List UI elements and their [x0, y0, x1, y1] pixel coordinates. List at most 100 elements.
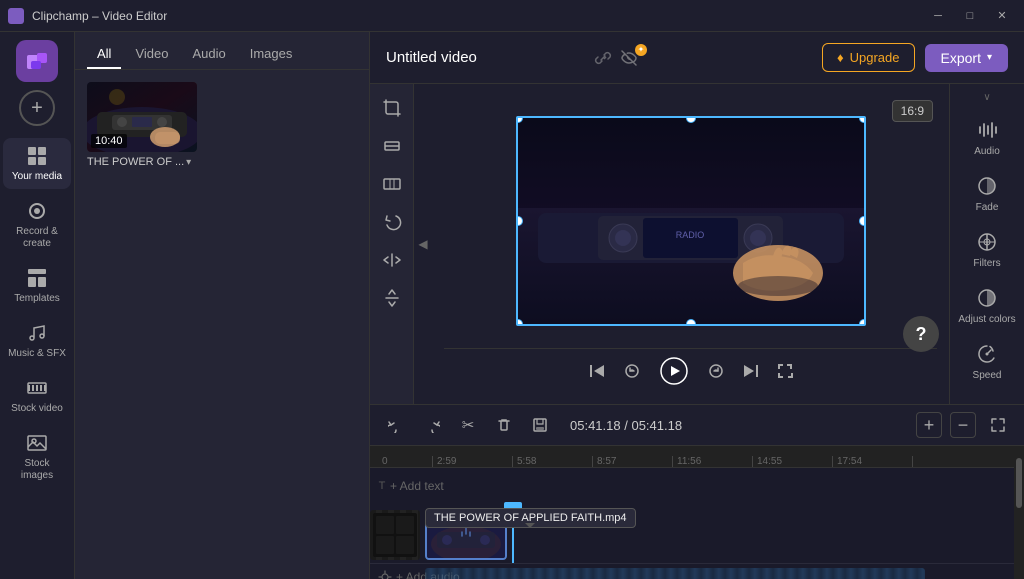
- maximize-button[interactable]: □: [956, 5, 984, 27]
- titlebar: Clipchamp – Video Editor ─ □ ✕: [0, 0, 1024, 32]
- timeline-body: 0 2:59 5:58 8:57 11:56: [370, 446, 1014, 579]
- right-tool-audio[interactable]: Audio: [953, 111, 1021, 163]
- handle-bottom-mid[interactable]: [686, 319, 696, 326]
- ruler-mark-2: 5:58: [513, 456, 593, 467]
- film-strip-pattern: [370, 510, 420, 560]
- tool-flip-h-icon[interactable]: [376, 244, 408, 276]
- timeline-area: ✂ 05:41.18 / 05:41.18 + −: [370, 404, 1024, 579]
- sidebar-item-music-sfx[interactable]: Music & SFX: [3, 315, 71, 366]
- dropdown-icon[interactable]: ▾: [186, 157, 191, 168]
- cut-button[interactable]: ✂: [454, 411, 482, 439]
- redo-button[interactable]: [418, 411, 446, 439]
- fade-icon: [974, 173, 1000, 199]
- tab-audio[interactable]: Audio: [182, 40, 235, 69]
- sidebar-item-record-create[interactable]: Record & create: [3, 193, 71, 256]
- video-frame: RADIO: [518, 118, 864, 324]
- play-button[interactable]: [658, 355, 690, 387]
- logo-icon: [23, 47, 51, 75]
- ruler-mark-3: 8:57: [593, 456, 673, 467]
- video-preview: RADIO: [516, 116, 866, 326]
- zoom-in-button[interactable]: +: [916, 412, 942, 438]
- music-sfx-label: Music & SFX: [8, 348, 66, 360]
- tooltip-arrow: [525, 523, 535, 533]
- delete-button[interactable]: [490, 411, 518, 439]
- topbar-right: ♦ Upgrade Export ▾: [822, 43, 1008, 72]
- right-tool-adjust-colors[interactable]: Adjust colors: [953, 279, 1021, 331]
- add-text-button[interactable]: + Add text: [390, 479, 444, 493]
- scrollbar-thumb[interactable]: [1016, 458, 1022, 508]
- right-tool-fade[interactable]: Fade: [953, 167, 1021, 219]
- tool-crop-icon[interactable]: [376, 92, 408, 124]
- film-hole: [396, 516, 414, 534]
- close-button[interactable]: ✕: [988, 5, 1016, 27]
- templates-label: Templates: [14, 293, 60, 305]
- forward-button[interactable]: [706, 361, 726, 381]
- sidebar-item-stock-images[interactable]: Stock images: [3, 425, 71, 488]
- add-text-row: T + Add text: [370, 468, 1014, 504]
- media-duration: 10:40: [91, 134, 127, 148]
- film-holes: [373, 513, 417, 557]
- save-frame-button[interactable]: [526, 411, 554, 439]
- handle-bottom-left[interactable]: [516, 319, 523, 326]
- timeline-tracks: 0 2:59 5:58 8:57 11:56: [370, 446, 1024, 579]
- upgrade-button[interactable]: ♦ Upgrade: [822, 43, 915, 72]
- app-main: + Your media Record & create Templates M…: [0, 32, 1024, 579]
- sidebar-item-templates[interactable]: Templates: [3, 260, 71, 311]
- premium-badge: ✦: [635, 44, 647, 56]
- minimize-button[interactable]: ─: [924, 5, 952, 27]
- right-tool-speed[interactable]: Speed: [953, 335, 1021, 387]
- tab-all[interactable]: All: [87, 40, 121, 69]
- aspect-ratio-badge[interactable]: 16:9: [892, 100, 933, 122]
- timeline-time: 05:41.18 / 05:41.18: [570, 418, 682, 433]
- add-media-button[interactable]: +: [19, 90, 55, 126]
- adjust-colors-label: Adjust colors: [958, 314, 1015, 325]
- audio-waveform: [425, 568, 925, 579]
- tab-images[interactable]: Images: [240, 40, 303, 69]
- tool-resize-icon[interactable]: [376, 168, 408, 200]
- zoom-out-button[interactable]: −: [950, 412, 976, 438]
- grid-icon: [25, 144, 49, 168]
- handle-bottom-right[interactable]: [859, 319, 866, 326]
- handle-mid-right[interactable]: [859, 216, 866, 226]
- adjust-colors-icon: [974, 285, 1000, 311]
- topbar-icons: ✦: [593, 48, 657, 68]
- expand-timeline-button[interactable]: [984, 411, 1012, 439]
- media-item[interactable]: 10:40 THE POWER OF ... ▾: [87, 82, 197, 168]
- right-tool-filters[interactable]: Filters: [953, 223, 1021, 275]
- editor-main: ✦ ♦ Upgrade Export ▾: [370, 32, 1024, 579]
- timeline-scrollbar[interactable]: [1014, 446, 1024, 579]
- ruler-mark-6: 17:54: [833, 456, 913, 467]
- ruler-start: 0: [378, 456, 433, 467]
- sidebar-item-stock-video[interactable]: Stock video: [3, 370, 71, 421]
- fullscreen-button[interactable]: [776, 362, 794, 380]
- playback-controls: [444, 348, 937, 392]
- right-panel-chevron[interactable]: ∨: [983, 92, 990, 103]
- tool-trim-icon[interactable]: [376, 130, 408, 162]
- audio-label: Audio: [974, 146, 1000, 157]
- titlebar-title: Clipchamp – Video Editor: [32, 9, 167, 23]
- export-button[interactable]: Export ▾: [925, 44, 1009, 72]
- tool-rotate-icon[interactable]: [376, 206, 408, 238]
- ruler-mark-5: 14:55: [753, 456, 833, 467]
- filters-label: Filters: [973, 258, 1000, 269]
- skip-to-end-button[interactable]: [742, 362, 760, 380]
- app-logo: [16, 40, 58, 82]
- project-title-input[interactable]: [386, 49, 585, 66]
- fade-label: Fade: [976, 202, 999, 213]
- ruler-mark-4: 11:56: [673, 456, 753, 467]
- audio-icon: [974, 117, 1000, 143]
- skip-to-start-button[interactable]: [588, 362, 606, 380]
- sidebar-item-your-media[interactable]: Your media: [3, 138, 71, 189]
- filters-icon: [974, 229, 1000, 255]
- media-content: 10:40 THE POWER OF ... ▾: [75, 70, 369, 579]
- film-hole: [376, 536, 394, 554]
- topbar-left: ✦: [386, 48, 657, 68]
- help-button[interactable]: ?: [903, 316, 939, 352]
- link-icon: [593, 48, 613, 68]
- undo-button[interactable]: [382, 411, 410, 439]
- collapse-panel-button[interactable]: ◀: [414, 84, 432, 404]
- video-track: THE POWER OF APPLIED FAITH.mp4: [370, 504, 1014, 564]
- tool-flip-v-icon[interactable]: [376, 282, 408, 314]
- tab-video[interactable]: Video: [125, 40, 178, 69]
- rewind-button[interactable]: [622, 361, 642, 381]
